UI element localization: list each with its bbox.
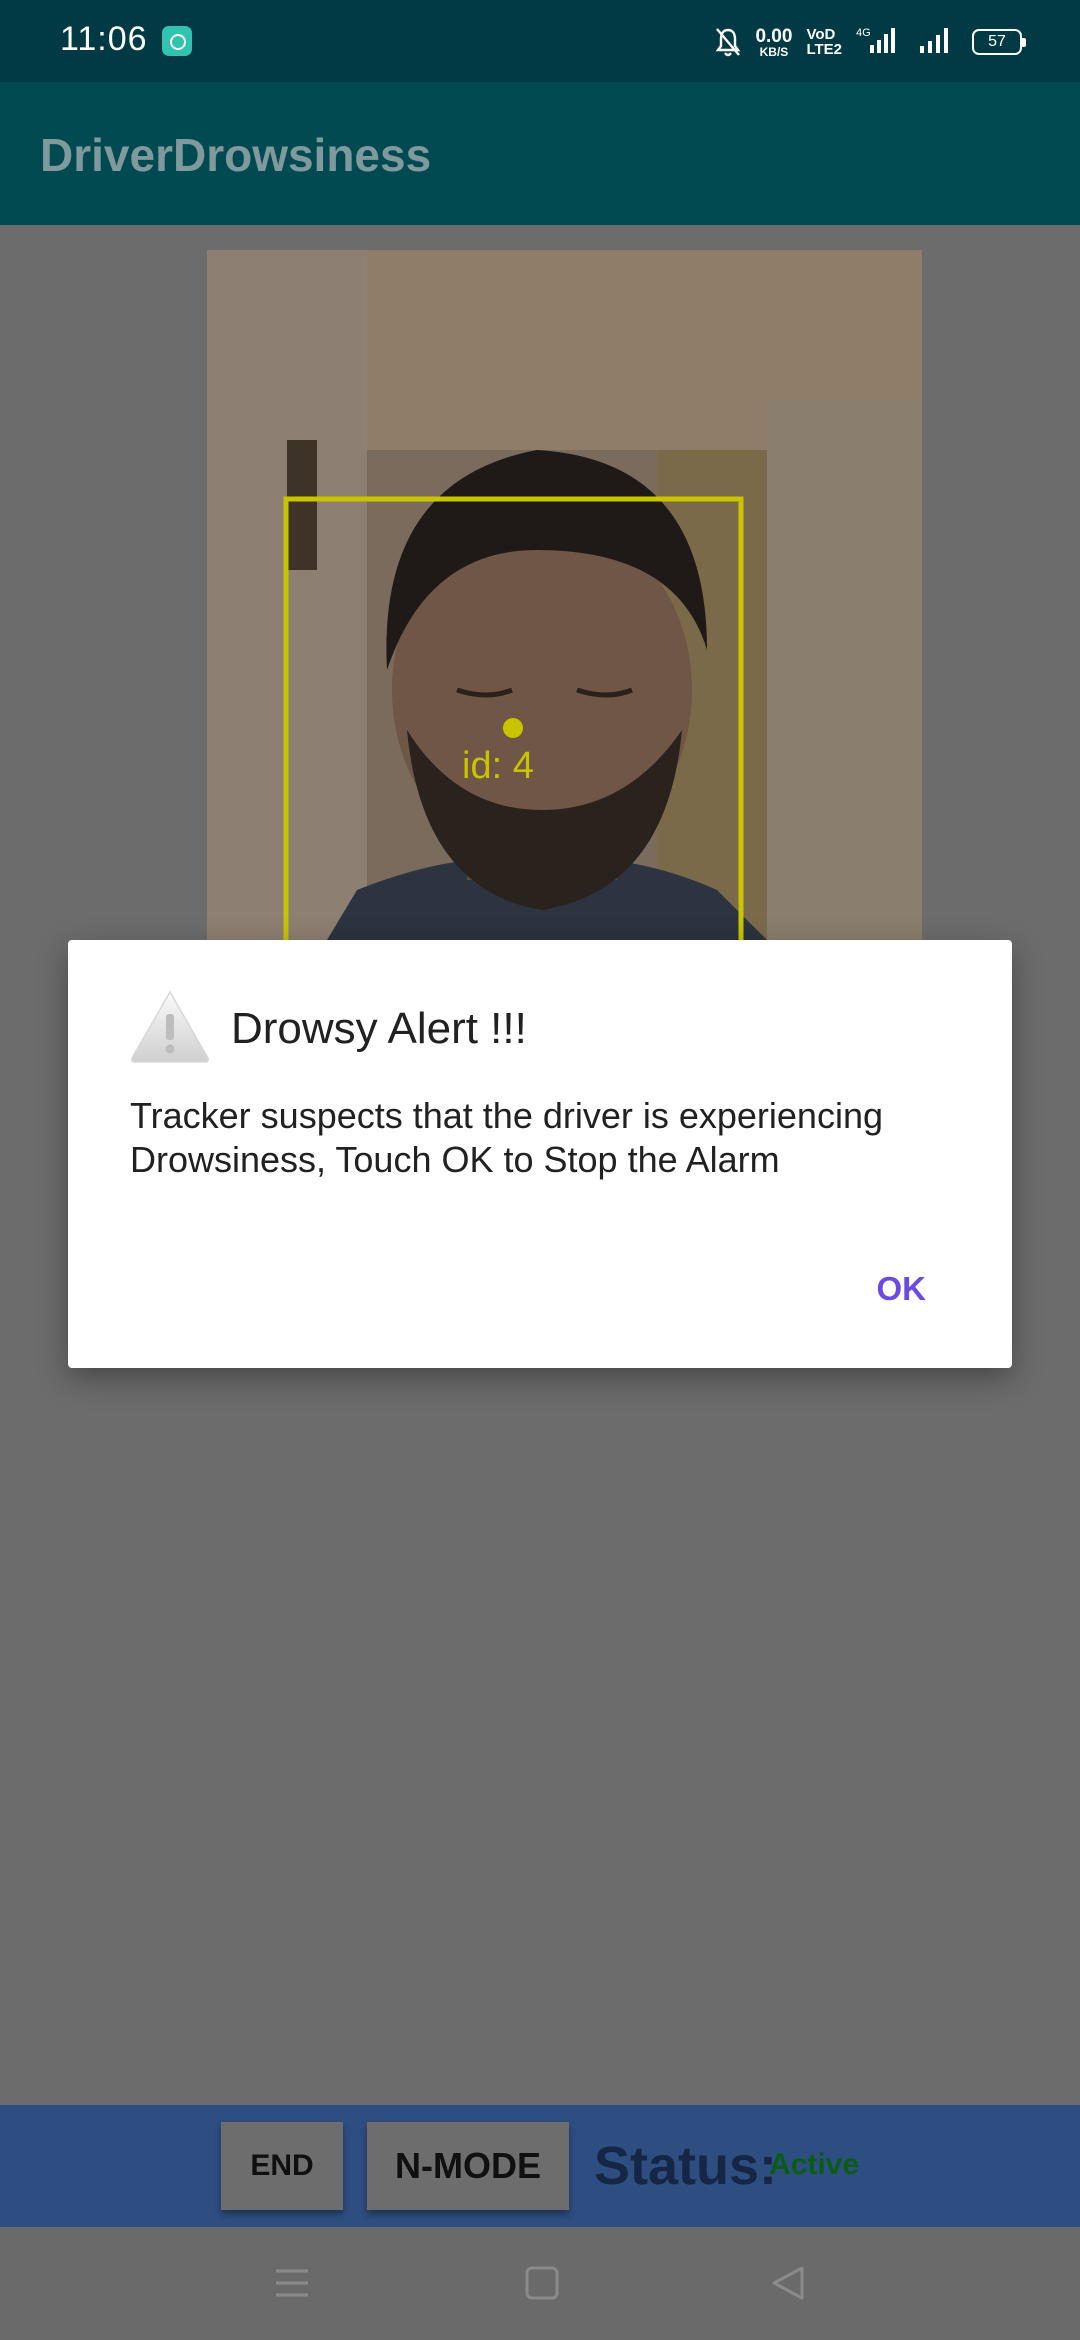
status-bar: 11:06 0.00 KB/S VoD LTE2 4G 57 xyxy=(0,0,1080,82)
signal-icon xyxy=(914,25,958,60)
app-bar: DriverDrowsiness xyxy=(0,82,1080,225)
net-speed-value: 0.00 xyxy=(755,25,793,47)
warning-icon xyxy=(128,988,212,1064)
home-icon[interactable] xyxy=(522,2263,562,2303)
app-title: DriverDrowsiness xyxy=(40,129,432,181)
camera-frame: id: 4 xyxy=(207,250,922,940)
ok-button[interactable]: OK xyxy=(877,1270,927,1308)
volte-line1: VoD xyxy=(806,26,836,43)
end-button[interactable]: END xyxy=(221,2122,343,2210)
volte-line2: LTE2 xyxy=(806,41,842,58)
control-bar: END N-MODE Status: Active xyxy=(0,2105,1080,2227)
app-notification-icon xyxy=(162,26,192,56)
status-value: Active xyxy=(769,2148,860,2181)
volte-indicator: VoD LTE2 xyxy=(806,27,842,57)
n-mode-button[interactable]: N-MODE xyxy=(367,2122,569,2210)
back-icon[interactable] xyxy=(768,2263,808,2303)
dialog-title: Drowsy Alert !!! xyxy=(231,1004,527,1053)
net-speed: 0.00 KB/S xyxy=(755,27,792,58)
status-time: 11:06 xyxy=(60,20,148,58)
face-id-label: id: 4 xyxy=(462,745,534,787)
camera-preview: id: 4 xyxy=(207,250,922,940)
dialog-message: Tracker suspects that the driver is expe… xyxy=(130,1095,883,1180)
status-indicators: 0.00 KB/S VoD LTE2 4G 57 xyxy=(715,22,1026,62)
face-tracking-point xyxy=(503,718,523,738)
net-speed-unit: KB/S xyxy=(759,44,789,59)
battery-icon: 57 xyxy=(972,29,1026,55)
system-nav-bar xyxy=(0,2227,1080,2340)
network-type-label: 4G xyxy=(856,27,871,39)
status-label: Status: xyxy=(594,2136,778,2196)
signal-4g-icon: 4G xyxy=(856,25,900,60)
drowsy-alert-dialog: Drowsy Alert !!! Tracker suspects that t… xyxy=(68,940,1012,1368)
menu-icon[interactable] xyxy=(272,2263,312,2303)
bell-off-icon xyxy=(715,26,741,58)
